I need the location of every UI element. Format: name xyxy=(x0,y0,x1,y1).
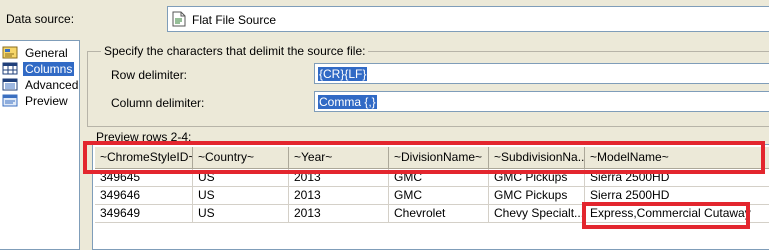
row-delimiter-value: {CR}{LF} xyxy=(318,67,368,81)
row-delimiter-field[interactable]: {CR}{LF} xyxy=(314,63,769,84)
table-cell: GMC xyxy=(389,187,489,205)
preview-icon xyxy=(2,94,18,107)
table-cell: US xyxy=(193,169,289,187)
table-cell: Chevrolet xyxy=(389,205,489,223)
page-navigation: General Columns Advanced Preview xyxy=(0,40,80,250)
table-cell: GMC Pickups xyxy=(489,187,585,205)
delimiter-group-title: Specify the characters that delimit the … xyxy=(101,44,369,58)
nav-item-columns[interactable]: Columns xyxy=(2,61,75,76)
nav-item-label: General xyxy=(25,45,68,60)
column-header[interactable]: ~ModelName~ xyxy=(585,147,769,169)
table-cell: Express,Commercial Cutaway xyxy=(585,205,769,223)
advanced-icon xyxy=(2,78,18,91)
column-header[interactable]: ~Year~ xyxy=(289,147,389,169)
table-cell: 2013 xyxy=(289,187,389,205)
preview-rows-label: Preview rows 2-4: xyxy=(96,130,192,144)
nav-item-preview[interactable]: Preview xyxy=(2,93,70,108)
column-delimiter-value: Comma {,} xyxy=(318,95,377,109)
table-cell: 349646 xyxy=(95,187,193,205)
table-cell: Sierra 2500HD xyxy=(585,187,769,205)
column-delimiter-label: Column delimiter: xyxy=(111,96,205,110)
table-cell: Chevy Specialt... xyxy=(489,205,585,223)
table-cell: US xyxy=(193,205,289,223)
column-header[interactable]: ~DivisionName~ xyxy=(389,147,489,169)
preview-grid[interactable]: ~ChromeStyleID~ ~Country~ ~Year~ ~Divisi… xyxy=(92,144,769,250)
table-cell: US xyxy=(193,187,289,205)
flat-file-icon xyxy=(172,11,186,27)
nav-item-label: Columns xyxy=(23,61,75,76)
general-icon xyxy=(2,46,18,59)
nav-item-advanced[interactable]: Advanced xyxy=(2,77,80,92)
column-header[interactable]: ~SubdivisionNa... xyxy=(489,147,585,169)
table-cell: 2013 xyxy=(289,169,389,187)
column-header[interactable]: ~ChromeStyleID~ xyxy=(95,147,193,169)
nav-item-label: Preview xyxy=(25,93,68,108)
data-source-value: Flat File Source xyxy=(192,13,277,27)
table-cell: GMC Pickups xyxy=(489,169,585,187)
table-cell: GMC xyxy=(389,169,489,187)
table-cell: 349645 xyxy=(95,169,193,187)
data-source-label: Data source: xyxy=(6,12,75,26)
table-cell: Sierra 2500HD xyxy=(585,169,769,187)
nav-item-general[interactable]: General xyxy=(2,45,70,60)
nav-item-label: Advanced xyxy=(25,77,79,92)
data-source-field[interactable]: Flat File Source xyxy=(167,6,769,32)
row-delimiter-label: Row delimiter: xyxy=(111,68,188,82)
table-cell: 349649 xyxy=(95,205,193,223)
table-cell: 2013 xyxy=(289,205,389,223)
column-delimiter-field[interactable]: Comma {,} xyxy=(314,91,769,112)
column-header[interactable]: ~Country~ xyxy=(193,147,289,169)
columns-icon xyxy=(2,62,18,75)
